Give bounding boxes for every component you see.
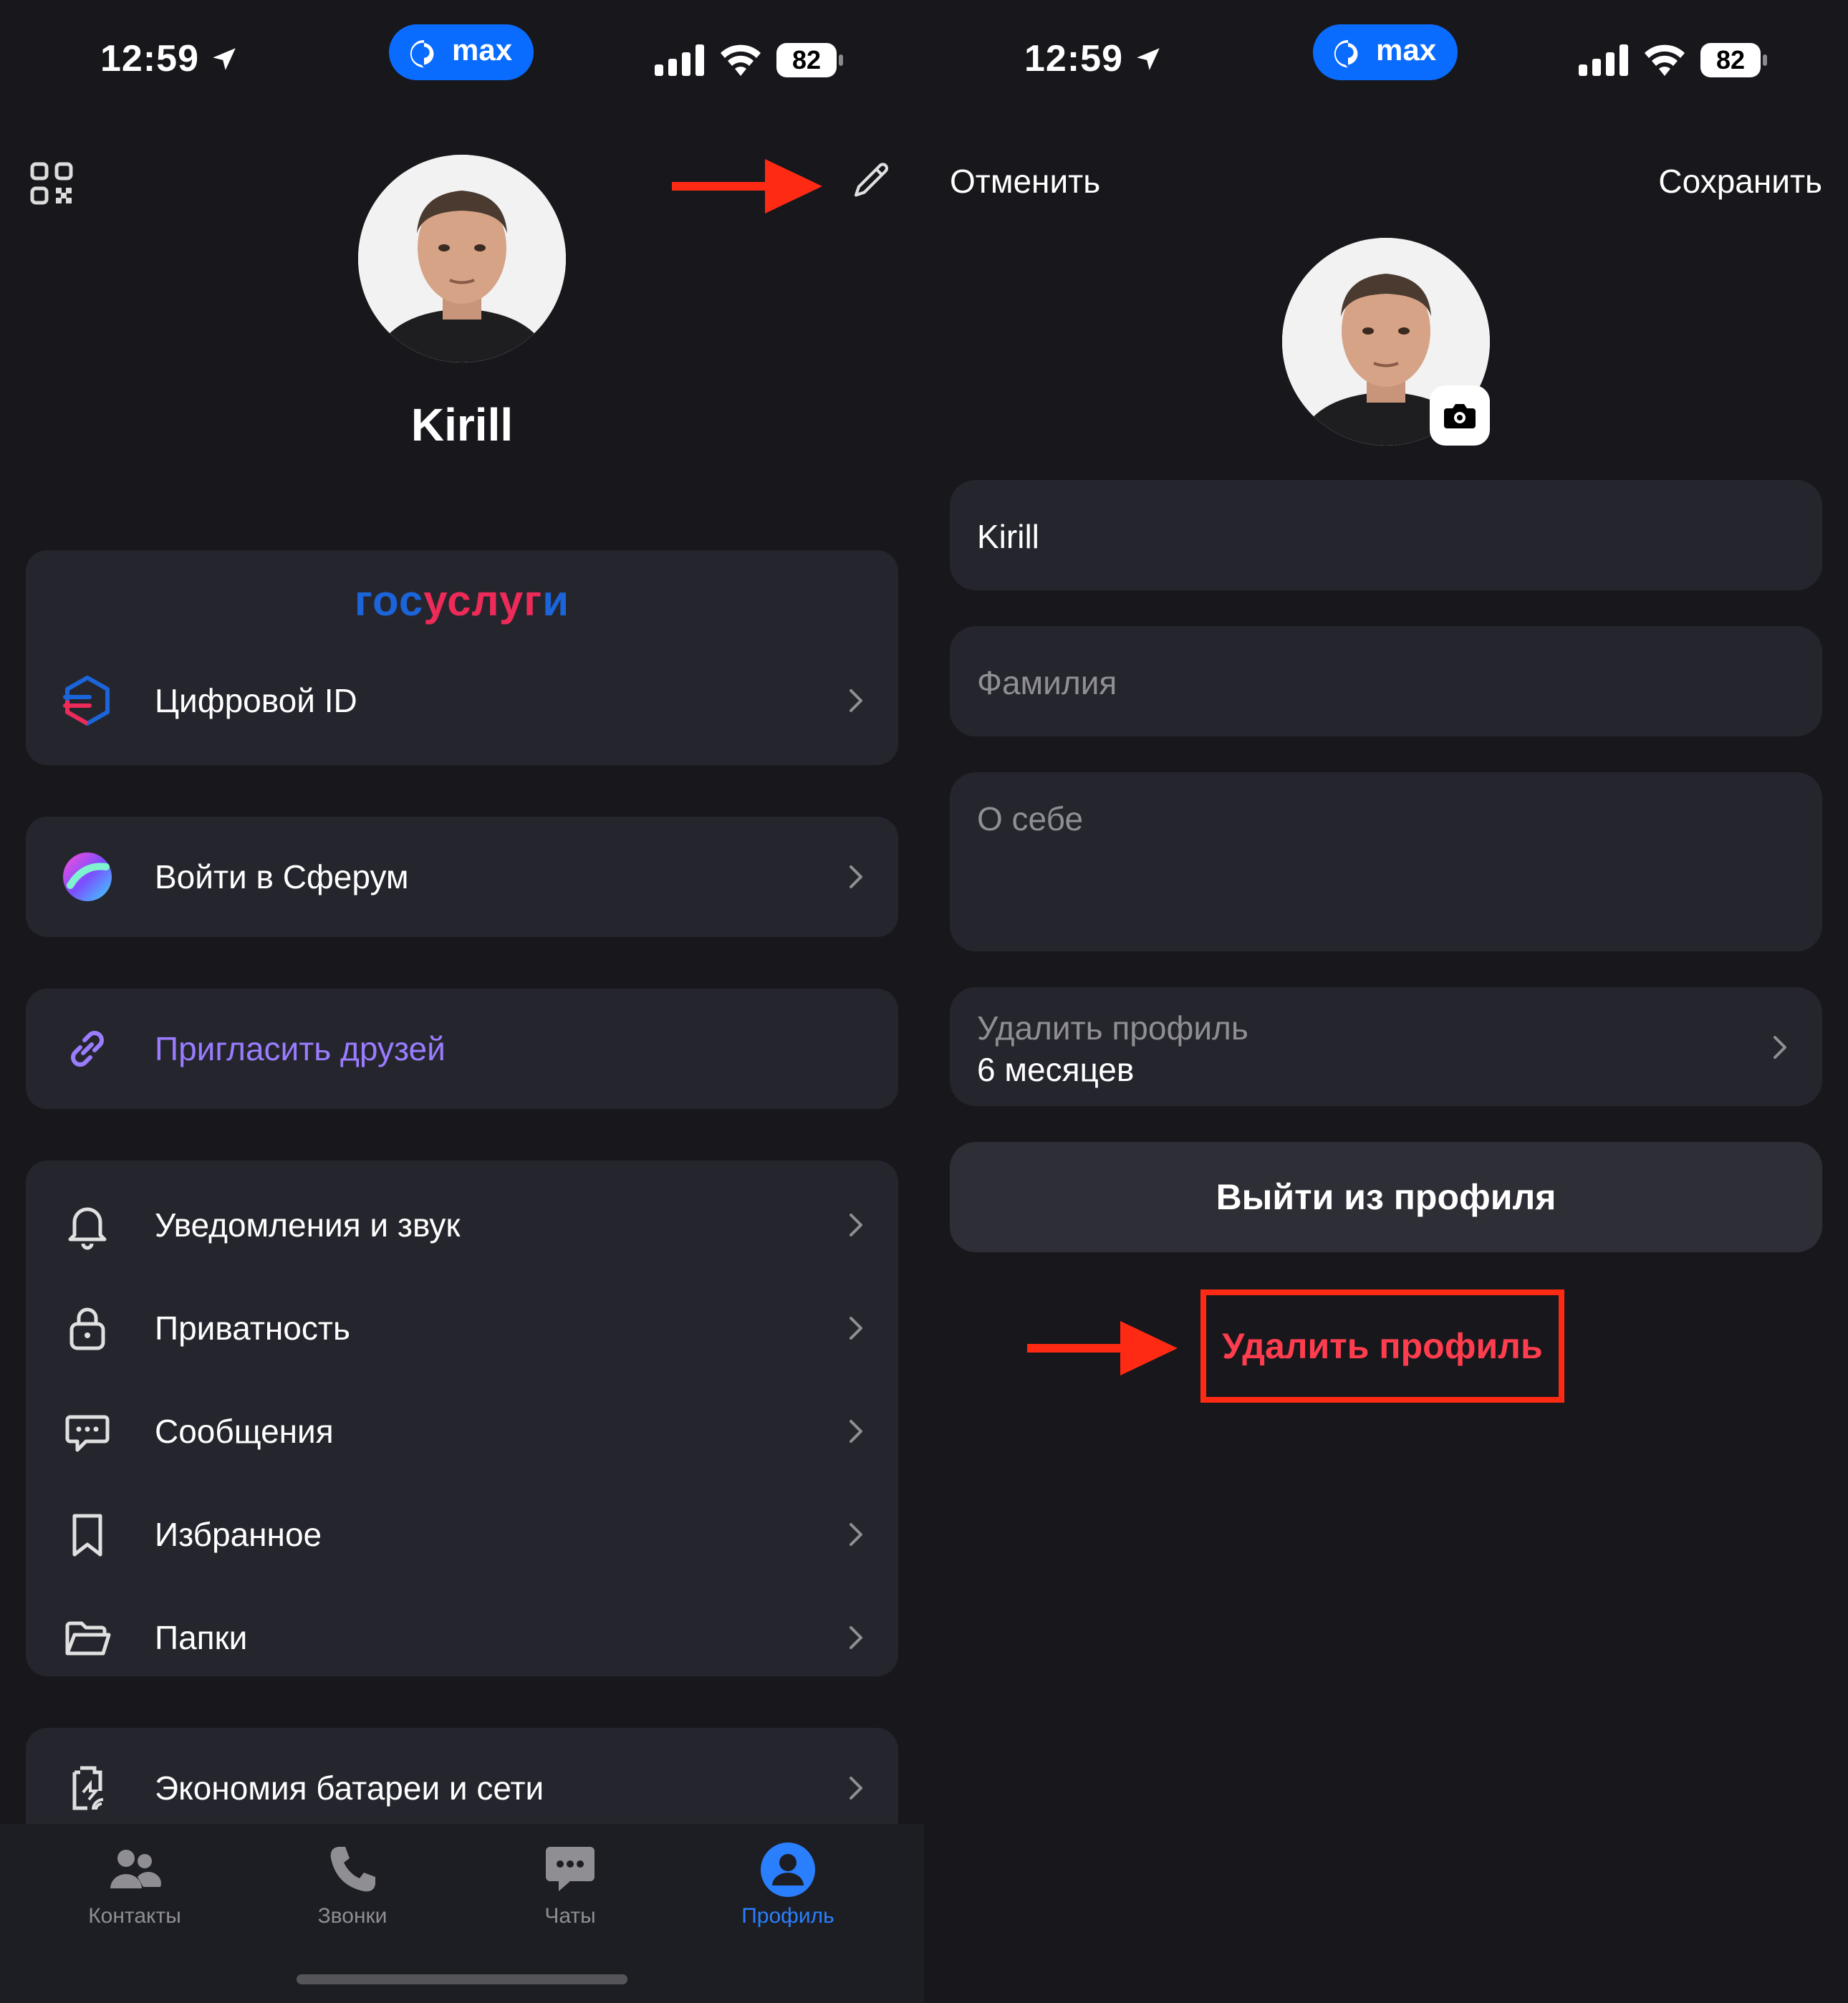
settings-label: Приватность	[155, 1310, 350, 1347]
delete-profile-button[interactable]: Удалить профиль	[1200, 1289, 1564, 1403]
settings-label: Сообщения	[155, 1413, 334, 1450]
chevron-right-icon	[850, 689, 862, 712]
settings-row-notifications[interactable]: Уведомления и звук	[26, 1175, 898, 1275]
max-app-pill[interactable]: max	[1313, 24, 1458, 80]
delete-profile-timer-value: 6 месяцев	[977, 1051, 1135, 1088]
wifi-icon	[721, 44, 761, 76]
avatar-photo	[358, 155, 566, 362]
settings-label: Уведомления и звук	[155, 1206, 461, 1244]
cancel-button[interactable]: Отменить	[950, 162, 1100, 201]
max-app-pill[interactable]: max	[389, 24, 534, 80]
status-bar: 12:59 max 82	[924, 0, 1848, 107]
invite-card[interactable]: Пригласить друзей	[26, 989, 898, 1109]
sferum-icon	[63, 852, 112, 901]
settings-row-favorites[interactable]: Избранное	[26, 1484, 898, 1585]
bookmark-icon	[72, 1514, 102, 1557]
digital-id-label: Цифровой ID	[155, 682, 357, 719]
status-bar: 12:59 max 82	[0, 0, 924, 107]
max-pill-label: max	[1376, 33, 1437, 67]
digital-id-row[interactable]: Цифровой ID	[26, 650, 898, 751]
phone-icon	[330, 1847, 375, 1892]
about-placeholder: О себе	[977, 800, 1084, 837]
battery-saver-icon	[72, 1766, 104, 1810]
chats-icon	[546, 1847, 595, 1891]
link-icon	[71, 1031, 104, 1067]
profile-name: Kirill	[410, 399, 514, 451]
tab-label: Контакты	[88, 1904, 181, 1928]
gosuslugi-logo: госуслуги	[354, 577, 570, 625]
battery-level: 82	[1700, 43, 1761, 77]
economy-row[interactable]: Экономия батареи и сети	[26, 1738, 898, 1838]
battery-tip	[839, 54, 843, 66]
sferum-card[interactable]: Войти в Сферум	[26, 817, 898, 937]
change-photo-button[interactable]	[1430, 385, 1490, 446]
folder-icon	[65, 1621, 111, 1656]
tab-label: Звонки	[317, 1904, 388, 1928]
tab-profile[interactable]: Профиль	[702, 1824, 874, 1967]
sferum-row[interactable]: Войти в Сферум	[26, 827, 898, 927]
signal-icon	[655, 44, 704, 76]
chevron-right-icon	[850, 865, 862, 888]
save-button[interactable]: Сохранить	[1658, 162, 1822, 201]
max-pill-label: max	[452, 33, 513, 67]
annotation-arrow-delete	[1027, 1321, 1178, 1375]
chevron-right-icon	[850, 1214, 862, 1236]
chevron-right-icon	[850, 1777, 862, 1800]
status-time: 12:59	[100, 38, 199, 80]
signal-icon	[1579, 44, 1628, 76]
profile-icon	[761, 1843, 815, 1897]
tab-calls[interactable]: Звонки	[266, 1824, 438, 1967]
status-time: 12:59	[1024, 38, 1123, 80]
settings-label: Избранное	[155, 1516, 322, 1553]
profile-screen: 12:59 max 82 Kirill госуслуги Цифровой I…	[0, 0, 924, 2003]
first-name-value: Kirill	[977, 518, 1039, 555]
battery-level: 82	[776, 43, 837, 77]
last-name-field[interactable]: Фамилия	[950, 626, 1822, 736]
chevron-right-icon	[1774, 1036, 1786, 1059]
chevron-right-icon	[850, 1523, 862, 1546]
profile-avatar[interactable]	[358, 155, 566, 362]
tab-chats[interactable]: Чаты	[484, 1824, 656, 1967]
delete-profile-timer-label: Удалить профиль	[977, 1009, 1248, 1047]
sferum-label: Войти в Сферум	[155, 858, 409, 895]
settings-card: Уведомления и звук Приватность Сообщения…	[26, 1161, 898, 1676]
message-icon	[65, 1415, 110, 1452]
wifi-icon	[1645, 44, 1685, 76]
settings-row-folders[interactable]: Папки	[26, 1587, 898, 1688]
settings-label: Папки	[155, 1619, 248, 1656]
camera-icon	[1444, 404, 1476, 428]
about-field[interactable]: О себе	[950, 772, 1822, 951]
invite-row[interactable]: Пригласить друзей	[26, 999, 898, 1099]
settings-row-messages[interactable]: Сообщения	[26, 1381, 898, 1481]
lock-icon	[69, 1307, 105, 1350]
edit-pencil-icon[interactable]	[850, 159, 894, 203]
location-arrow-icon	[1137, 48, 1160, 70]
first-name-field[interactable]: Kirill	[950, 480, 1822, 590]
chevron-right-icon	[850, 1317, 862, 1340]
bell-icon	[68, 1207, 107, 1250]
logout-button[interactable]: Выйти из профиля	[950, 1142, 1822, 1252]
tab-contacts[interactable]: Контакты	[49, 1824, 221, 1967]
chevron-right-icon	[850, 1420, 862, 1443]
qr-code-icon[interactable]	[30, 162, 73, 205]
tab-label: Чаты	[544, 1904, 596, 1928]
home-indicator	[297, 1974, 627, 1984]
max-logo-icon	[410, 39, 434, 68]
last-name-placeholder: Фамилия	[977, 664, 1117, 701]
economy-label: Экономия батареи и сети	[155, 1769, 544, 1807]
chevron-right-icon	[850, 1626, 862, 1649]
settings-row-privacy[interactable]: Приватность	[26, 1278, 898, 1378]
contacts-icon	[110, 1850, 161, 1888]
annotation-arrow-edit	[672, 159, 822, 213]
gosuslugi-card: госуслуги Цифровой ID	[26, 550, 898, 765]
location-arrow-icon	[213, 48, 236, 70]
battery-tip	[1763, 54, 1767, 66]
tab-label: Профиль	[741, 1904, 834, 1928]
max-logo-icon	[1334, 39, 1358, 68]
invite-label: Пригласить друзей	[155, 1030, 446, 1067]
digital-id-icon	[63, 676, 110, 726]
delete-profile-timer-row[interactable]: Удалить профиль 6 месяцев	[950, 987, 1822, 1106]
